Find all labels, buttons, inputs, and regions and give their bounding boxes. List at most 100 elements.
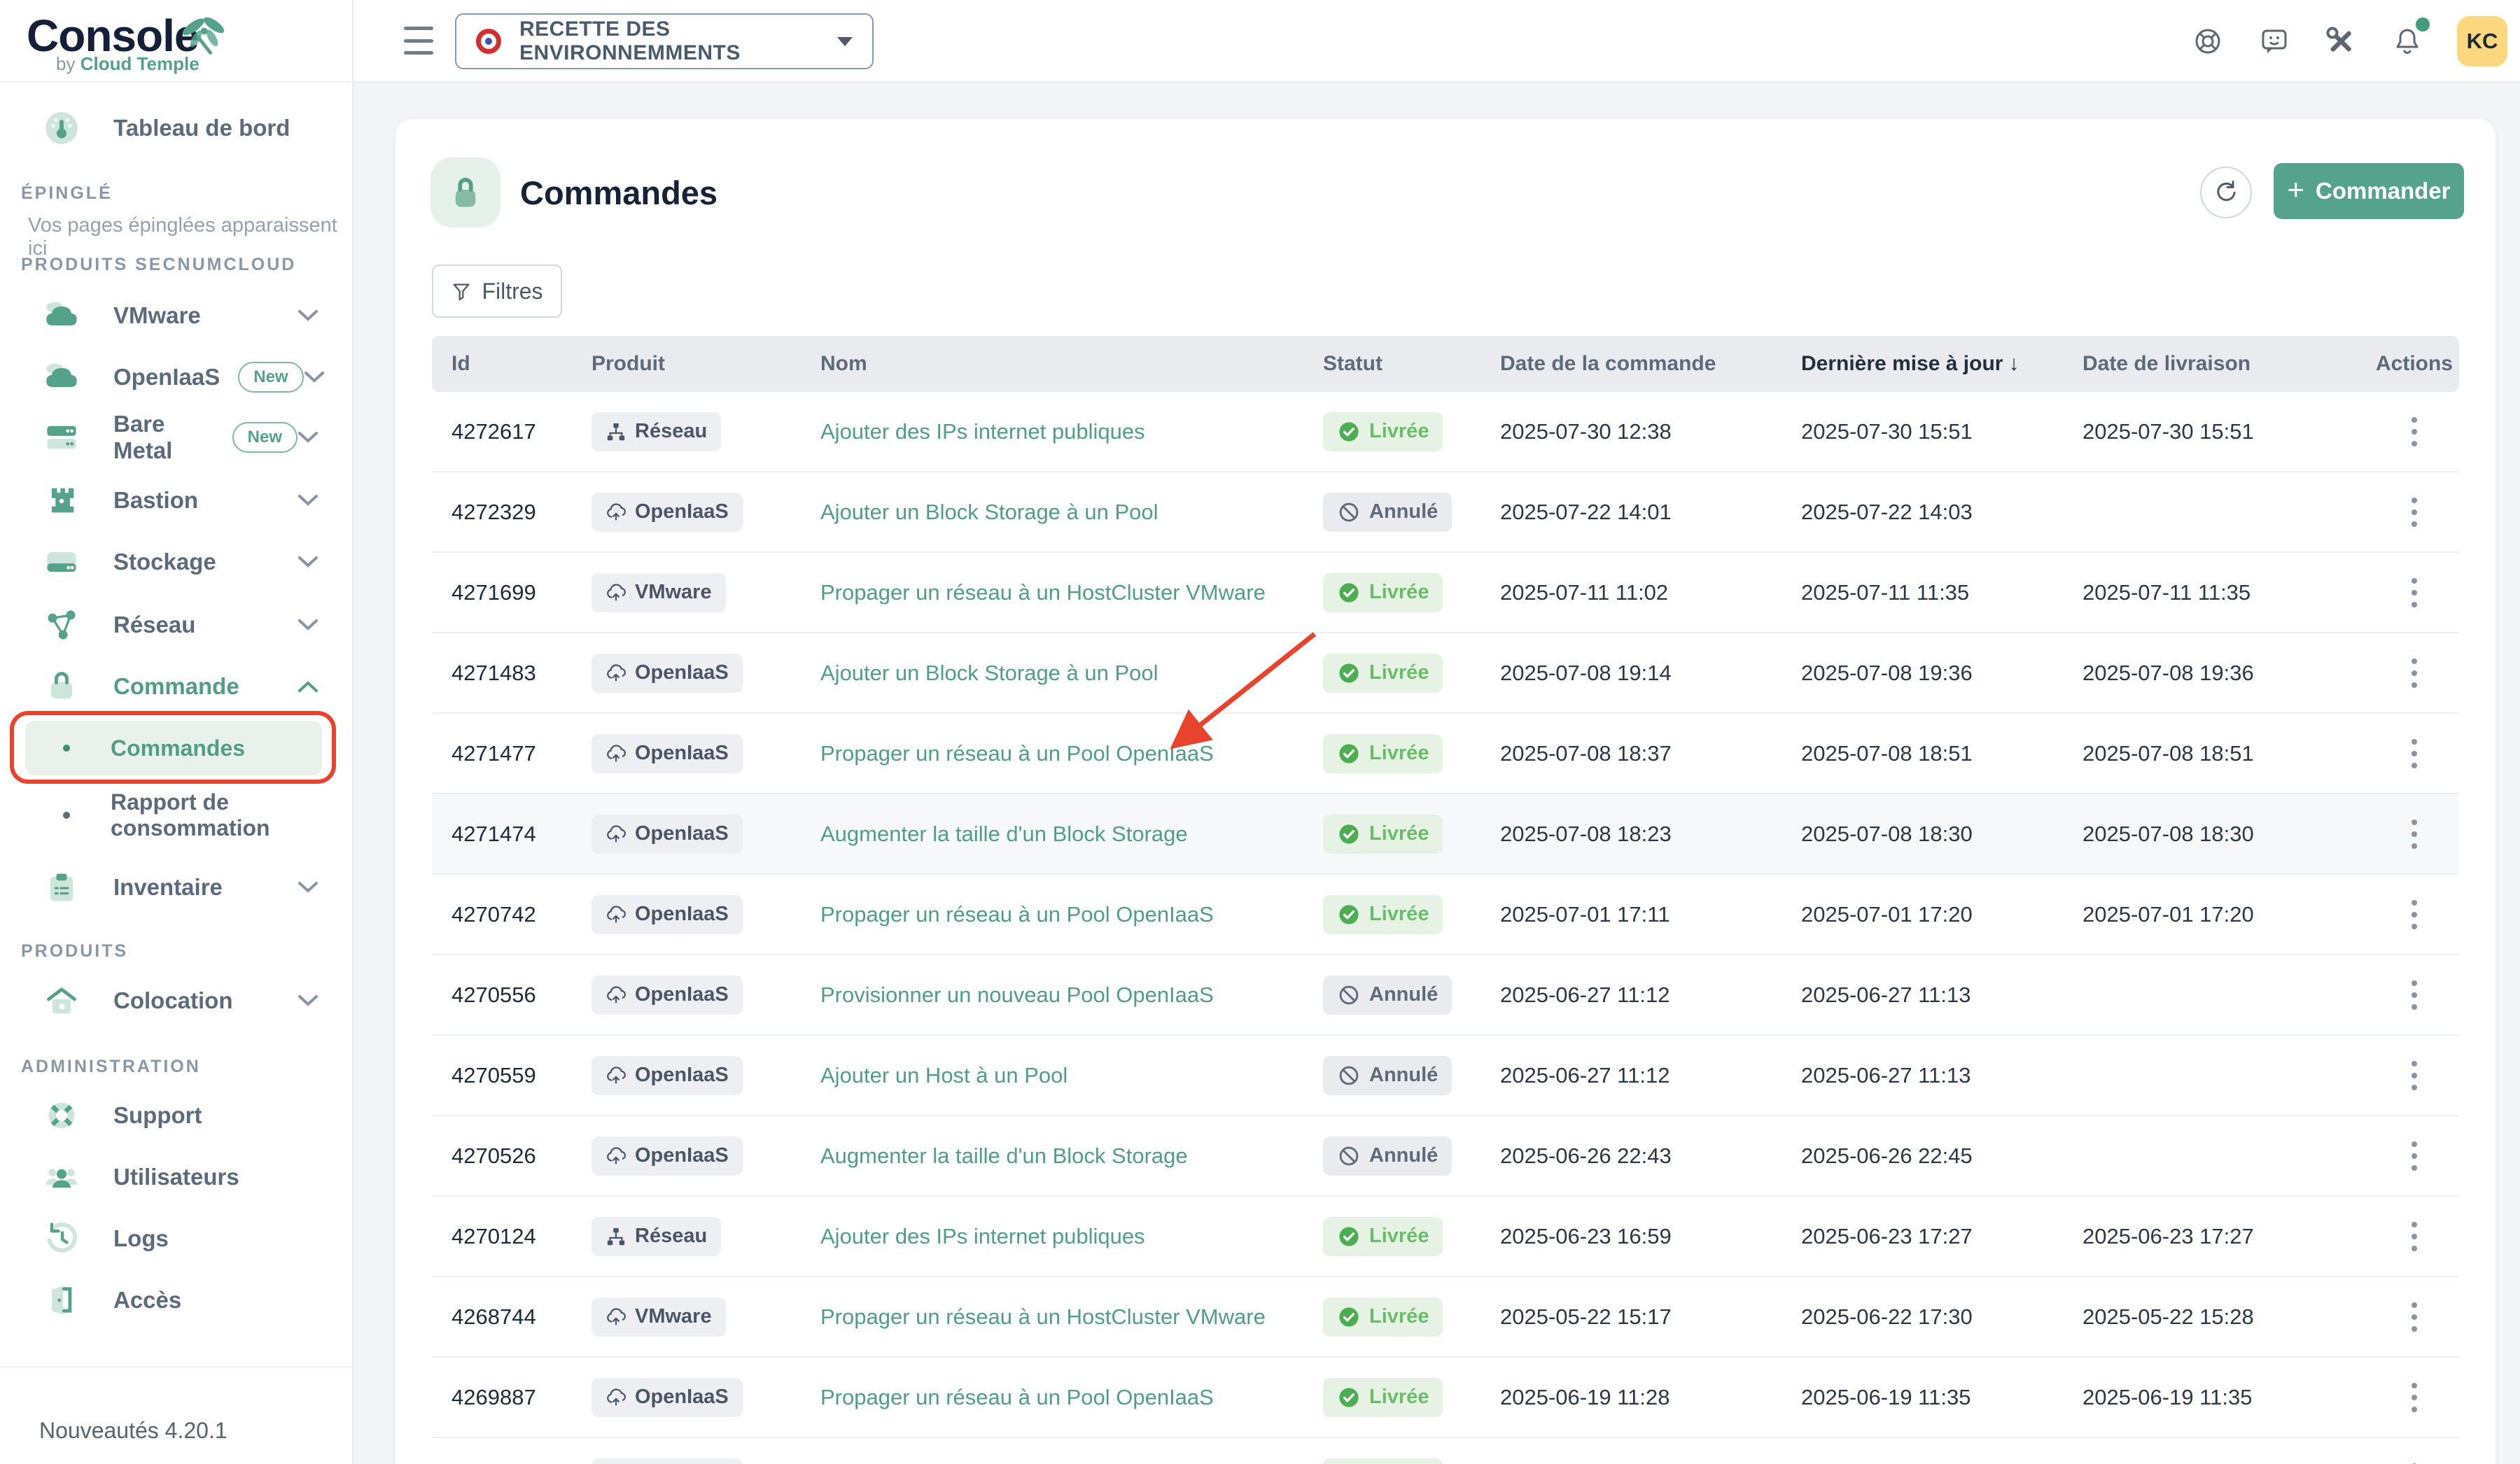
updated-date: 2025-07-22 14:03 (1801, 500, 2082, 525)
row-actions-menu[interactable] (2402, 973, 2427, 1017)
order-date: 2025-07-01 17:11 (1500, 902, 1801, 927)
sidebar-item-rapport-consommation[interactable]: Rapport de consommation (0, 777, 352, 854)
delivery-date: 2025-06-23 17:27 (2082, 1224, 2370, 1249)
order-id: 4270742 (432, 902, 592, 927)
column-header-statut[interactable]: Statut (1323, 352, 1500, 376)
order-name-link[interactable]: Ajouter un Host à un Pool (820, 1063, 1068, 1088)
row-actions-menu[interactable] (2402, 1376, 2427, 1419)
column-header-derniere-maj[interactable]: Dernière mise à jour↓ (1801, 352, 2082, 376)
row-actions-menu[interactable] (2402, 1215, 2427, 1258)
product-badge: Réseau (592, 1217, 721, 1256)
feedback-chat-icon[interactable] (2258, 24, 2291, 58)
row-actions-menu[interactable] (2402, 571, 2427, 614)
environment-selector[interactable]: RECETTE DES ENVIRONNEMMENTS (455, 13, 874, 69)
sidebar-item-label: Inventaire (113, 874, 223, 901)
logo-byline: by Cloud Temple (56, 53, 200, 75)
product-badge: OpenIaaS (592, 895, 743, 934)
delivery-date: 2025-07-08 19:36 (2082, 661, 2370, 686)
order-name-link[interactable]: Propager un réseau à un HostCluster VMwa… (820, 1304, 1266, 1329)
sidebar-item-vmware[interactable]: VMware (0, 285, 352, 346)
sidebar-item-support[interactable]: Support (0, 1085, 352, 1146)
order-id: 4271477 (432, 741, 592, 766)
sidebar-item-inventaire[interactable]: Inventaire (0, 857, 352, 918)
row-actions-menu[interactable] (2402, 732, 2427, 775)
sidebar-item-openiaas[interactable]: OpenIaaS New (0, 346, 352, 408)
table-row: 4270556OpenIaaSProvisionner un nouveau P… (432, 955, 2459, 1036)
status-badge: Livrée (1323, 412, 1443, 451)
chevron-down-icon (298, 493, 318, 507)
column-header-date-commande[interactable]: Date de la commande (1500, 352, 1801, 376)
shopping-bag-icon (43, 668, 80, 705)
chevron-down-icon (298, 618, 318, 632)
sidebar-item-reseau[interactable]: Réseau (0, 594, 352, 656)
order-date: 2025-07-08 18:23 (1500, 822, 1801, 847)
order-name-link[interactable]: Propager un réseau à un Pool OpenIaaS (820, 741, 1214, 766)
delivery-date: 2025-07-08 18:51 (2082, 741, 2370, 766)
column-header-produit[interactable]: Produit (592, 352, 820, 376)
order-id: 4270559 (432, 1063, 592, 1088)
logo[interactable]: Console by Cloud Temple (0, 0, 352, 83)
cloud-icon (606, 743, 626, 764)
product-badge: OpenIaaS (592, 976, 743, 1015)
table-row: 4271699VMwarePropager un réseau à un Hos… (432, 553, 2459, 633)
lock-icon (430, 157, 500, 227)
sidebar-item-colocation[interactable]: Colocation (0, 970, 352, 1032)
hamburger-menu-icon[interactable] (404, 27, 433, 55)
clipboard-icon (43, 869, 80, 906)
sidebar-item-commande[interactable]: Commande (0, 656, 352, 717)
status-badge: Livrée (1323, 1458, 1443, 1464)
order-name-link[interactable]: Ajouter un Block Storage à un Pool (820, 500, 1158, 524)
order-name-link[interactable]: Ajouter des IPs internet publiques (820, 1224, 1145, 1248)
row-actions-menu[interactable] (2402, 1295, 2427, 1339)
order-name-link[interactable]: Ajouter un Block Storage à un Pool (820, 661, 1158, 685)
tools-icon[interactable] (2324, 24, 2358, 58)
column-header-id[interactable]: Id (432, 352, 592, 376)
cloud-icon (606, 663, 626, 684)
cloud-icon (43, 297, 80, 334)
sidebar-item-label: Tableau de bord (113, 115, 290, 141)
row-actions-menu[interactable] (2402, 1054, 2427, 1097)
filters-button[interactable]: Filtres (432, 265, 562, 318)
column-header-actions[interactable]: Actions (2370, 352, 2459, 376)
order-button[interactable]: + Commander (2274, 163, 2464, 219)
row-actions-menu[interactable] (2402, 410, 2427, 453)
sidebar-item-stockage[interactable]: Stockage (0, 531, 352, 593)
order-date: 2025-07-22 14:01 (1500, 500, 1801, 525)
status-badge: Livrée (1323, 1378, 1443, 1417)
row-actions-menu[interactable] (2402, 893, 2427, 936)
sidebar-item-commandes[interactable]: Commandes (25, 721, 322, 775)
sidebar-item-bastion[interactable]: Bastion (0, 470, 352, 531)
refresh-button[interactable] (2200, 167, 2252, 218)
column-header-nom[interactable]: Nom (820, 352, 1323, 376)
order-name-link[interactable]: Propager un réseau à un Pool OpenIaaS (820, 1385, 1214, 1409)
row-actions-menu[interactable] (2402, 652, 2427, 695)
house-icon (43, 983, 80, 1019)
sidebar-item-logs[interactable]: Logs (0, 1208, 352, 1269)
sidebar-item-utilisateurs[interactable]: Utilisateurs (0, 1146, 352, 1208)
sidebar-item-dashboard[interactable]: Tableau de bord (0, 97, 352, 159)
status-badge: Livrée (1323, 654, 1443, 693)
row-actions-menu[interactable] (2402, 1134, 2427, 1178)
sidebar-item-acces[interactable]: Accès (0, 1269, 352, 1331)
order-name-link[interactable]: Ajouter des IPs internet publiques (820, 419, 1145, 444)
notifications-bell-icon[interactable] (2390, 24, 2424, 58)
status-badge: Livrée (1323, 895, 1443, 934)
sidebar-item-label: Stockage (113, 549, 216, 575)
lifebuoy-icon (43, 1097, 80, 1134)
row-actions-menu[interactable] (2402, 491, 2427, 534)
order-name-link[interactable]: Propager un réseau à un HostCluster VMwa… (820, 580, 1266, 605)
sidebar-item-bare-metal[interactable]: Bare Metal New (0, 407, 352, 468)
row-actions-menu[interactable] (2402, 812, 2427, 856)
order-name-link[interactable]: Propager un réseau à un Pool OpenIaaS (820, 902, 1214, 927)
order-name-link[interactable]: Augmenter la taille d'un Block Storage (820, 822, 1188, 846)
order-name-link[interactable]: Provisionner un nouveau Pool OpenIaaS (820, 983, 1214, 1007)
row-actions-menu[interactable] (2402, 1456, 2427, 1464)
avatar[interactable]: KC (2457, 16, 2507, 66)
check-circle-icon (1337, 420, 1361, 444)
users-icon (43, 1159, 80, 1195)
whats-new-link[interactable]: Nouveautés 4.20.1 (39, 1418, 227, 1444)
help-lifebuoy-icon[interactable] (2191, 24, 2225, 58)
order-name-link[interactable]: Augmenter la taille d'un Block Storage (820, 1143, 1188, 1168)
column-header-date-livraison[interactable]: Date de livraison (2082, 352, 2370, 376)
product-badge: OpenIaaS (592, 815, 743, 854)
